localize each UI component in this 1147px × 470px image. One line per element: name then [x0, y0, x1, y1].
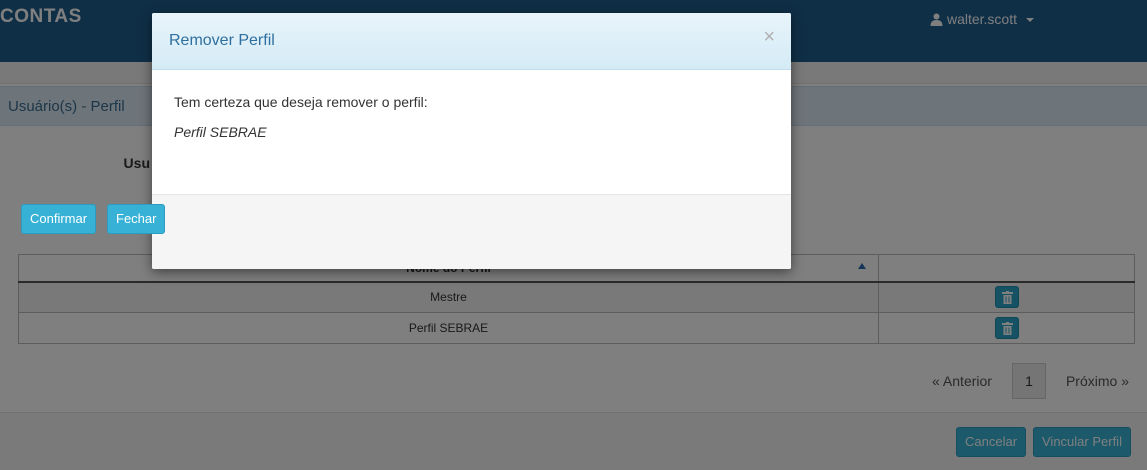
profile-to-remove: Perfil SEBRAE — [174, 124, 267, 140]
close-icon[interactable]: × — [763, 27, 775, 47]
remove-profile-modal: Remover Perfil × Tem certeza que deseja … — [152, 13, 791, 269]
modal-title: Remover Perfil — [169, 32, 275, 49]
modal-footer — [152, 195, 791, 269]
close-button[interactable]: Fechar — [107, 204, 166, 234]
confirmation-question: Tem certeza que deseja remover o perfil: — [174, 94, 428, 110]
confirm-button[interactable]: Confirmar — [21, 204, 97, 234]
modal-body: Tem certeza que deseja remover o perfil:… — [152, 70, 791, 195]
modal-header: Remover Perfil × — [152, 13, 791, 70]
